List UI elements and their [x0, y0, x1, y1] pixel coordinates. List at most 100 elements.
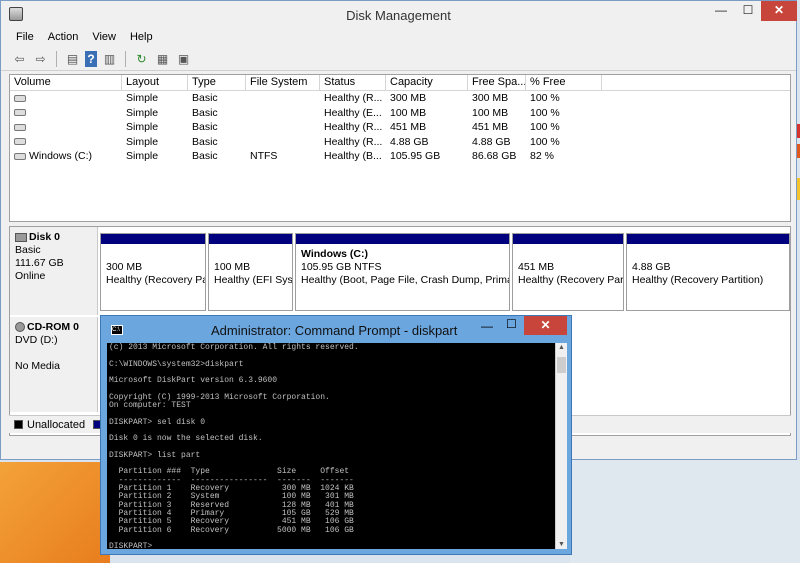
cell-type: Basic	[192, 135, 218, 148]
cell-percent-free: 100 %	[530, 121, 560, 133]
refresh-icon[interactable]: ↻	[133, 51, 150, 67]
cell-layout: Simple	[126, 135, 159, 148]
scroll-up-icon[interactable]: ▲	[558, 344, 565, 351]
table-row[interactable]: Windows (C:) Simple Basic NTFS Healthy (B...…	[10, 149, 790, 164]
table-row[interactable]: Simple Basic Healthy (R... 4.88 GB 4.88 GB 10…	[10, 135, 790, 150]
partition-size: 4.88 GB	[632, 261, 671, 273]
properties-icon[interactable]: ▤	[64, 51, 81, 67]
unallocated-swatch	[14, 420, 23, 429]
partition-status: Healthy (Recovery Partition)	[632, 274, 764, 286]
column-free-space[interactable]: Free Spa...	[468, 75, 526, 90]
cell-file-system	[246, 106, 320, 121]
partition-status: Healthy (Recovery Pa	[106, 274, 205, 286]
title-bar: Disk Management — ☐ ✕	[1, 1, 797, 29]
column-type[interactable]: Type	[188, 75, 246, 90]
cmd-minimize-button[interactable]: —	[481, 319, 493, 333]
cell-status: Healthy (E...	[324, 106, 382, 119]
volume-list: Volume Layout Type File System Status Ca…	[9, 74, 791, 222]
maximize-button[interactable]: ☐	[735, 1, 761, 21]
console-line: DISKPART>	[109, 542, 158, 549]
column-volume[interactable]: Volume	[10, 75, 122, 90]
cell-volume	[10, 120, 122, 135]
column-status[interactable]: Status	[320, 75, 386, 90]
partition-block[interactable]: 100 MB Healthy (EFI Syst	[208, 233, 293, 311]
back-icon[interactable]: ⇦	[11, 51, 28, 67]
cell-status: Healthy (R...	[324, 135, 383, 148]
legend-unallocated: Unallocated	[27, 418, 86, 431]
console-line: Microsoft DiskPart version 6.3.9600	[109, 376, 278, 386]
cell-status: Healthy (R...	[324, 92, 383, 104]
cell-volume	[10, 91, 122, 106]
scroll-down-icon[interactable]: ▼	[558, 541, 565, 548]
menu-view[interactable]: View	[85, 29, 123, 47]
cell-capacity: 100 MB	[390, 106, 427, 119]
column-layout[interactable]: Layout	[122, 75, 188, 90]
cmd-maximize-button[interactable]: ☐	[506, 317, 517, 331]
volume-icon	[14, 152, 26, 160]
rescan-icon[interactable]: ▦	[154, 51, 171, 67]
console-tree-icon[interactable]: ▥	[101, 51, 118, 67]
toolbar-separator	[56, 50, 57, 67]
console-line: DISKPART> sel disk 0	[109, 417, 206, 427]
cmd-title: Administrator: Command Prompt - diskpart	[211, 323, 458, 338]
menu-help[interactable]: Help	[123, 29, 160, 47]
disk-0-row[interactable]: Disk 0 Basic 111.67 GB Online 300 MB Heal…	[10, 227, 792, 315]
cell-layout: Simple	[126, 150, 159, 162]
cmd-icon: C:\	[111, 325, 123, 335]
cdrom-0-status: No Media	[15, 360, 60, 372]
column-file-system[interactable]: File System	[246, 75, 320, 90]
partition-block[interactable]: 4.88 GB Healthy (Recovery Partition)	[626, 233, 790, 311]
settings-icon[interactable]: ▣	[175, 51, 192, 67]
cell-percent-free: 100 %	[530, 92, 560, 104]
cell-volume	[10, 106, 122, 121]
partition-color-bar	[209, 234, 292, 244]
cell-type: Basic	[192, 121, 218, 133]
cell-volume	[10, 135, 122, 150]
partition-block[interactable]: Windows (C:) 105.95 GB NTFS Healthy (Boot,…	[295, 233, 510, 311]
volume-icon	[14, 138, 26, 146]
forward-icon[interactable]: ⇨	[32, 51, 49, 67]
column-percent-free[interactable]: % Free	[526, 75, 602, 90]
cell-type: Basic	[192, 106, 218, 119]
cdrom-0-info[interactable]: CD-ROM 0 DVD (D:) No Media	[10, 317, 98, 412]
cell-type: Basic	[192, 92, 218, 104]
partition-block[interactable]: 300 MB Healthy (Recovery Pa	[100, 233, 206, 311]
table-row[interactable]: Simple Basic Healthy (R... 300 MB 300 MB 100 …	[10, 91, 790, 106]
table-row[interactable]: Simple Basic Healthy (E... 100 MB 100 MB 100 …	[10, 106, 790, 121]
disk-0-info[interactable]: Disk 0 Basic 111.67 GB Online	[10, 227, 98, 315]
partition-status: Healthy (Recovery Par	[518, 274, 623, 286]
partition-title: Windows (C:)	[301, 248, 368, 260]
cell-capacity: 4.88 GB	[390, 135, 429, 148]
console-line: Disk 0 is now the selected disk.	[109, 434, 263, 444]
cell-status: Healthy (R...	[324, 121, 383, 133]
partition-status: Healthy (Boot, Page File, Crash Dump, Pr…	[301, 274, 509, 286]
partition-block[interactable]: 451 MB Healthy (Recovery Par	[512, 233, 624, 311]
partition-color-bar	[627, 234, 789, 244]
table-row[interactable]: Simple Basic Healthy (R... 451 MB 451 MB 100 …	[10, 120, 790, 135]
help-icon[interactable]: ?	[85, 50, 97, 67]
cmd-close-button[interactable]: ✕	[524, 316, 567, 335]
cdrom-icon	[15, 322, 25, 333]
partition-color-bar	[296, 234, 509, 244]
cell-free-space: 100 MB	[472, 106, 509, 119]
column-capacity[interactable]: Capacity	[386, 75, 468, 90]
console-scrollbar[interactable]: ▲ ▼	[555, 343, 567, 549]
cell-layout: Simple	[126, 92, 159, 104]
close-button[interactable]: ✕	[761, 1, 797, 21]
volume-icon	[14, 109, 26, 117]
disk-0-size: 111.67 GB	[15, 257, 64, 269]
minimize-button[interactable]: —	[707, 1, 735, 21]
console-output[interactable]: (c) 2013 Microsoft Corporation. All righ…	[107, 343, 555, 549]
menu-file[interactable]: File	[9, 29, 41, 47]
partition-size: 105.95 GB NTFS	[301, 261, 382, 273]
console-line: (c) 2013 Microsoft Corporation. All righ…	[109, 343, 359, 352]
menu-action[interactable]: Action	[41, 29, 86, 47]
partition-status: Healthy (EFI Syst	[214, 274, 292, 286]
cdrom-0-type: DVD (D:)	[15, 334, 58, 346]
partition-title	[513, 248, 623, 261]
partition-title	[627, 248, 789, 261]
cell-percent-free: 82 %	[530, 150, 554, 162]
desktop-background-right	[570, 460, 800, 563]
command-prompt-window: C:\ Administrator: Command Prompt - disk…	[100, 315, 572, 555]
scroll-thumb[interactable]	[557, 357, 566, 373]
